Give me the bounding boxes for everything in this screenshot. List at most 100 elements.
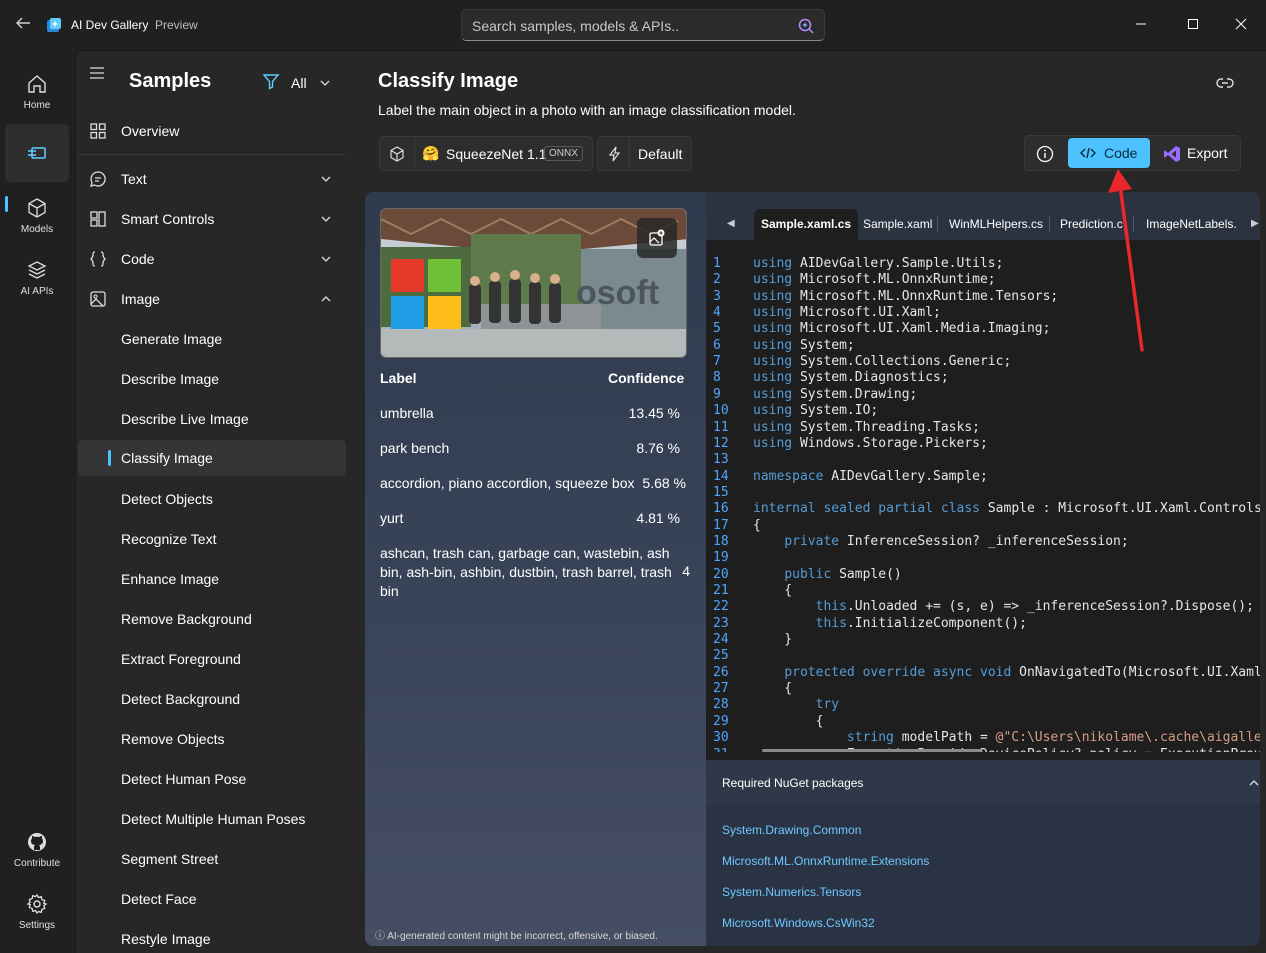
search-input[interactable]: Search samples, models & APIs..: [472, 18, 679, 34]
result-confidence: 8.76 %: [636, 440, 680, 456]
code-tab[interactable]: Sample.xaml: [856, 209, 939, 240]
minimize-button[interactable]: [1126, 10, 1156, 40]
model-selector[interactable]: 🤗 SqueezeNet 1.1 ONNX: [379, 136, 593, 171]
rail-settings[interactable]: Settings: [5, 884, 69, 942]
nav-sample-item[interactable]: Extract Foreground: [78, 641, 346, 677]
nav-category-smart-controls[interactable]: Smart Controls: [78, 201, 346, 237]
nav-category-image[interactable]: Image: [78, 281, 346, 317]
line-number: 1: [713, 256, 721, 271]
filter-icon[interactable]: [262, 72, 280, 90]
nav-sample-item[interactable]: Describe Live Image: [78, 401, 346, 437]
tab-separator: [1049, 216, 1050, 232]
nav-sample-label: Detect Human Pose: [121, 771, 247, 787]
nav-sample-label: Describe Live Image: [121, 411, 249, 427]
app-title: AI Dev Gallery: [71, 18, 149, 32]
nav-sample-label: Recognize Text: [121, 531, 217, 547]
tabs-scroll-left-icon[interactable]: ◀: [727, 218, 735, 229]
nav-sample-item[interactable]: Detect Objects: [78, 481, 346, 517]
search-box[interactable]: Search samples, models & APIs..: [461, 9, 825, 41]
code-text: {: [753, 517, 761, 533]
rail-samples[interactable]: [5, 124, 69, 182]
code-icon: [1080, 147, 1096, 159]
link-icon[interactable]: [1215, 73, 1235, 93]
code-tab-active[interactable]: Sample.xaml.cs: [754, 209, 859, 240]
code-button[interactable]: Code: [1068, 138, 1150, 168]
code-text: {: [753, 713, 824, 729]
rail-contribute[interactable]: Contribute: [5, 822, 69, 880]
nav-sample-item[interactable]: Segment Street: [78, 841, 346, 877]
code-text: private InferenceSession? _inferenceSess…: [784, 533, 1129, 549]
line-number: 5: [713, 321, 721, 337]
code-text: {: [753, 681, 793, 697]
nav-sample-item[interactable]: Detect Human Pose: [78, 761, 346, 797]
nav-sample-item-selected[interactable]: Classify Image: [78, 440, 346, 476]
nuget-package-link[interactable]: System.Drawing.Common: [722, 823, 861, 837]
execution-provider-selector[interactable]: Default: [597, 136, 692, 171]
rail-contribute-label: Contribute: [13, 858, 61, 869]
nuget-package-link[interactable]: System.Numerics.Tensors: [722, 885, 861, 899]
chevron-up-icon[interactable]: [1248, 778, 1260, 788]
line-number: 16: [713, 501, 729, 517]
nav-sample-item[interactable]: Remove Objects: [78, 721, 346, 757]
code-text: using System.Threading.Tasks;: [753, 419, 980, 435]
info-icon[interactable]: [1035, 144, 1055, 164]
hamburger-button[interactable]: [88, 64, 108, 84]
nuget-package-link[interactable]: Microsoft.ML.OnnxRuntime.Extensions: [722, 854, 929, 868]
title-bar: AI Dev Gallery Preview Search samples, m…: [0, 0, 1266, 50]
nav-sample-item[interactable]: Enhance Image: [78, 561, 346, 597]
nav-overview[interactable]: Overview: [78, 113, 346, 149]
nav-sample-item[interactable]: Recognize Text: [78, 521, 346, 557]
back-button[interactable]: [12, 14, 34, 36]
nuget-package-link[interactable]: Microsoft.Windows.CsWin32: [722, 916, 875, 930]
divider: [414, 137, 415, 170]
rail-models[interactable]: Models: [5, 188, 69, 246]
chevron-down-icon[interactable]: [319, 77, 331, 89]
export-button[interactable]: Export: [1159, 138, 1239, 168]
nav-sample-item[interactable]: Remove Background: [78, 601, 346, 637]
code-tab[interactable]: WinMLHelpers.cs: [942, 209, 1050, 240]
code-text: this.InitializeComponent();: [815, 615, 1027, 631]
nav-sample-item[interactable]: Detect Face: [78, 881, 346, 917]
nuget-title: Required NuGet packages: [722, 776, 864, 790]
code-text: {: [753, 583, 793, 598]
code-text: try: [815, 697, 840, 713]
nav-sample-item[interactable]: Restyle Image: [78, 921, 346, 953]
nav-sample-label: Remove Background: [121, 611, 252, 627]
select-image-button[interactable]: [637, 218, 677, 258]
code-text: using System.IO;: [753, 403, 879, 419]
rail-ai-apis[interactable]: AI APIs: [5, 250, 69, 308]
close-button[interactable]: [1226, 10, 1256, 40]
tabs-scroll-right-icon[interactable]: ▶: [1251, 218, 1259, 229]
confidence-column-header: Confidence: [608, 370, 685, 386]
code-text: namespace AIDevGallery.Sample;: [753, 468, 988, 484]
nav-sample-item[interactable]: Detect Background: [78, 681, 346, 717]
nav-sample-label: Enhance Image: [121, 571, 220, 587]
line-number: 19: [713, 550, 729, 566]
ai-search-icon[interactable]: [796, 16, 816, 36]
nav-category-text[interactable]: Text: [78, 161, 346, 197]
label-column-header: Label: [380, 370, 417, 386]
filter-value[interactable]: All: [291, 75, 307, 91]
line-number: 11: [713, 419, 729, 435]
line-number: 17: [713, 517, 729, 533]
nav-category-code[interactable]: Code: [78, 241, 346, 277]
line-number: 20: [713, 566, 729, 582]
code-horizontal-scrollbar[interactable]: [762, 749, 982, 752]
maximize-button[interactable]: [1178, 10, 1208, 40]
nav-sample-label: Describe Image: [121, 371, 220, 387]
code-text: using Windows.Storage.Pickers;: [753, 435, 988, 451]
nav-sample-label: Detect Face: [121, 891, 197, 907]
selection-indicator: [108, 450, 111, 466]
code-editor[interactable]: 1 using AIDevGallery.Sample.Utils; 2 using …: [706, 256, 1260, 752]
nav-sample-item[interactable]: Describe Image: [78, 361, 346, 397]
cube-icon: [28, 198, 46, 218]
chevron-down-icon: [321, 256, 331, 262]
annotation-arrow-icon: [1108, 169, 1144, 352]
nav-separator: [78, 154, 346, 155]
nav-sample-item[interactable]: Detect Multiple Human Poses: [78, 801, 346, 837]
rail-home[interactable]: Home: [5, 64, 69, 122]
line-number: 2: [713, 272, 721, 288]
nav-sample-label: Remove Objects: [121, 731, 225, 747]
nav-sample-item[interactable]: Generate Image: [78, 321, 346, 357]
ai-disclaimer: ⓘ AI-generated content might be incorrec…: [375, 931, 658, 942]
